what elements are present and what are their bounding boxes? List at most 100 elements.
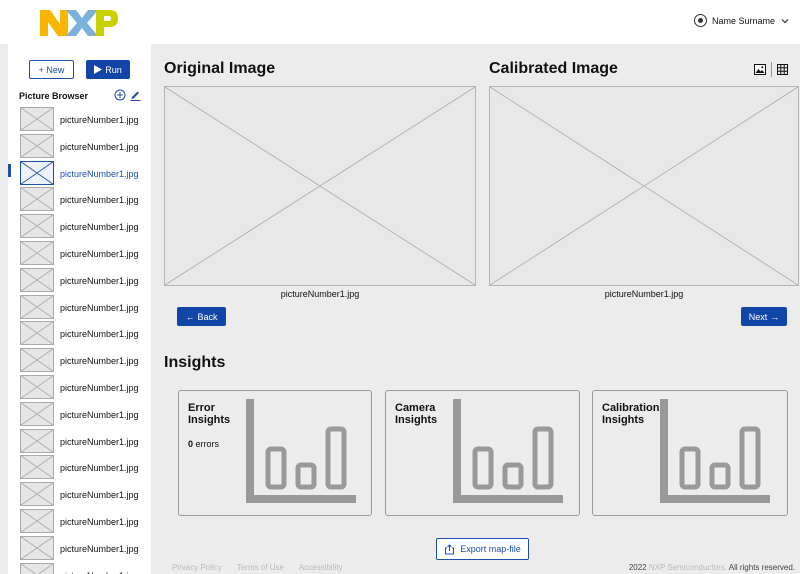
picture-filename: pictureNumber1.jpg bbox=[60, 356, 139, 367]
picture-list-item[interactable]: pictureNumber1.jpg bbox=[8, 160, 151, 187]
next-button[interactable]: Next → bbox=[741, 307, 787, 326]
picture-list-item[interactable]: pictureNumber1.jpg bbox=[8, 508, 151, 535]
insights-title: Insights bbox=[164, 354, 226, 371]
calibration-insights-card[interactable]: Calibration Insights bbox=[592, 390, 788, 516]
image-placeholder-icon bbox=[20, 401, 54, 426]
chevron-down-icon bbox=[781, 18, 789, 23]
user-name: Name Surname bbox=[711, 15, 775, 26]
chart-bar bbox=[325, 426, 347, 490]
picture-filename: pictureNumber1.jpg bbox=[60, 382, 139, 393]
bar-chart-icon bbox=[660, 399, 770, 503]
picture-filename: pictureNumber1.jpg bbox=[60, 329, 139, 340]
chart-bar bbox=[472, 446, 494, 490]
view-toggle-divider bbox=[771, 62, 772, 77]
picture-filename: pictureNumber1.jpg bbox=[60, 516, 139, 527]
back-button[interactable]: ← Back bbox=[177, 307, 226, 326]
image-placeholder-icon bbox=[20, 535, 54, 560]
image-placeholder-icon bbox=[20, 348, 54, 373]
picture-filename: pictureNumber1.jpg bbox=[60, 543, 139, 554]
picture-list-item[interactable]: pictureNumber1.jpg bbox=[8, 320, 151, 347]
picture-filename: pictureNumber1.jpg bbox=[60, 195, 139, 206]
picture-list-item[interactable]: pictureNumber1.jpg bbox=[8, 133, 151, 160]
picture-filename: pictureNumber1.jpg bbox=[60, 141, 139, 152]
image-placeholder-icon bbox=[20, 160, 54, 185]
picture-list-item[interactable]: pictureNumber1.jpg bbox=[8, 294, 151, 321]
picture-list-item[interactable]: pictureNumber1.jpg bbox=[8, 240, 151, 267]
add-circle-icon[interactable] bbox=[114, 89, 126, 101]
chart-bar bbox=[532, 426, 554, 490]
new-button[interactable]: + New bbox=[29, 60, 74, 79]
picture-list-item[interactable]: pictureNumber1.jpg bbox=[8, 374, 151, 401]
grid-view-icon[interactable] bbox=[777, 64, 788, 75]
card-title: Calibration Insights bbox=[602, 402, 660, 426]
original-image-caption: pictureNumber1.jpg bbox=[280, 289, 360, 299]
picture-filename: pictureNumber1.jpg bbox=[60, 490, 139, 501]
picture-filename: pictureNumber1.jpg bbox=[60, 222, 139, 233]
picture-list-item[interactable]: pictureNumber1.jpg bbox=[8, 562, 151, 574]
export-map-file-button[interactable]: Export map-file bbox=[436, 538, 529, 560]
picture-filename: pictureNumber1.jpg bbox=[60, 436, 139, 447]
play-icon bbox=[94, 65, 103, 74]
picture-list-item[interactable]: pictureNumber1.jpg bbox=[8, 535, 151, 562]
chart-bar bbox=[265, 446, 287, 490]
back-button-label: Back bbox=[197, 311, 218, 322]
chart-bar bbox=[709, 462, 731, 490]
error-count: 0 errors bbox=[188, 439, 220, 449]
original-image-title: Original Image bbox=[164, 60, 276, 77]
picture-list-item[interactable]: pictureNumber1.jpg bbox=[8, 401, 151, 428]
original-image-placeholder bbox=[164, 86, 476, 286]
picture-filename: pictureNumber1.jpg bbox=[60, 571, 139, 574]
picture-filename: pictureNumber1.jpg bbox=[60, 248, 139, 259]
picture-browser-title: Picture Browser bbox=[19, 91, 89, 101]
image-placeholder-icon bbox=[20, 107, 54, 131]
export-button-label: Export map-file bbox=[460, 544, 521, 554]
image-placeholder-icon bbox=[20, 562, 54, 574]
image-placeholder-icon bbox=[20, 374, 54, 399]
copyright: 2022 NXP Semiconductors. All rights rese… bbox=[628, 563, 795, 572]
calibrated-image-title: Calibrated Image bbox=[489, 60, 618, 77]
image-placeholder-icon bbox=[20, 294, 54, 319]
error-insights-card[interactable]: Error Insights 0 errors bbox=[178, 390, 372, 516]
image-placeholder-icon bbox=[20, 187, 54, 212]
camera-insights-card[interactable]: Camera Insights bbox=[385, 390, 580, 516]
image-placeholder-icon bbox=[20, 482, 54, 507]
image-placeholder-icon bbox=[20, 508, 54, 533]
user-avatar-icon bbox=[693, 14, 707, 27]
user-menu[interactable]: Name Surname bbox=[693, 14, 790, 27]
nxp-logo[interactable] bbox=[40, 10, 118, 36]
sidebar: + New Run Picture Browser pictureNumber1… bbox=[8, 44, 151, 574]
picture-filename: pictureNumber1.jpg bbox=[60, 115, 139, 125]
top-bar: Name Surname bbox=[0, 0, 800, 44]
chart-bar bbox=[502, 462, 524, 490]
new-button-label: + New bbox=[38, 64, 65, 75]
picture-filename: pictureNumber1.jpg bbox=[60, 409, 139, 420]
image-placeholder-icon bbox=[20, 428, 54, 453]
picture-list-item[interactable]: pictureNumber1.jpg bbox=[8, 454, 151, 481]
nxp-semiconductors-link[interactable]: NXP Semiconductors. bbox=[649, 563, 727, 572]
next-button-label: Next bbox=[748, 311, 768, 322]
image-placeholder-icon bbox=[20, 455, 54, 480]
picture-list-item[interactable]: pictureNumber1.jpg bbox=[8, 347, 151, 374]
privacy-policy-link[interactable]: Privacy Policy bbox=[172, 563, 222, 572]
picture-list-item[interactable]: pictureNumber1.jpg bbox=[8, 106, 151, 133]
picture-list: pictureNumber1.jpg pictureNumber1.jpg pict… bbox=[8, 106, 151, 574]
picture-list-item[interactable]: pictureNumber1.jpg bbox=[8, 481, 151, 508]
bar-chart-icon bbox=[453, 399, 563, 503]
run-button-label: Run bbox=[105, 64, 122, 75]
arrow-right-icon: → bbox=[770, 311, 780, 322]
terms-of-use-link[interactable]: Terms of Use bbox=[237, 563, 284, 572]
picture-list-item[interactable]: pictureNumber1.jpg bbox=[8, 213, 151, 240]
image-placeholder-icon bbox=[20, 214, 54, 239]
edit-icon[interactable] bbox=[130, 89, 141, 101]
image-view-icon[interactable] bbox=[754, 64, 766, 75]
image-placeholder-icon bbox=[20, 321, 54, 346]
image-placeholder-icon bbox=[20, 267, 54, 292]
picture-list-item[interactable]: pictureNumber1.jpg bbox=[8, 186, 151, 213]
picture-list-item[interactable]: pictureNumber1.jpg bbox=[8, 428, 151, 455]
accessibility-link[interactable]: Accessibility bbox=[299, 563, 343, 572]
picture-filename: pictureNumber1.jpg bbox=[60, 463, 139, 474]
picture-list-item[interactable]: pictureNumber1.jpg bbox=[8, 267, 151, 294]
run-button[interactable]: Run bbox=[86, 60, 130, 79]
chart-bar bbox=[295, 462, 317, 490]
image-placeholder-icon bbox=[20, 133, 54, 158]
